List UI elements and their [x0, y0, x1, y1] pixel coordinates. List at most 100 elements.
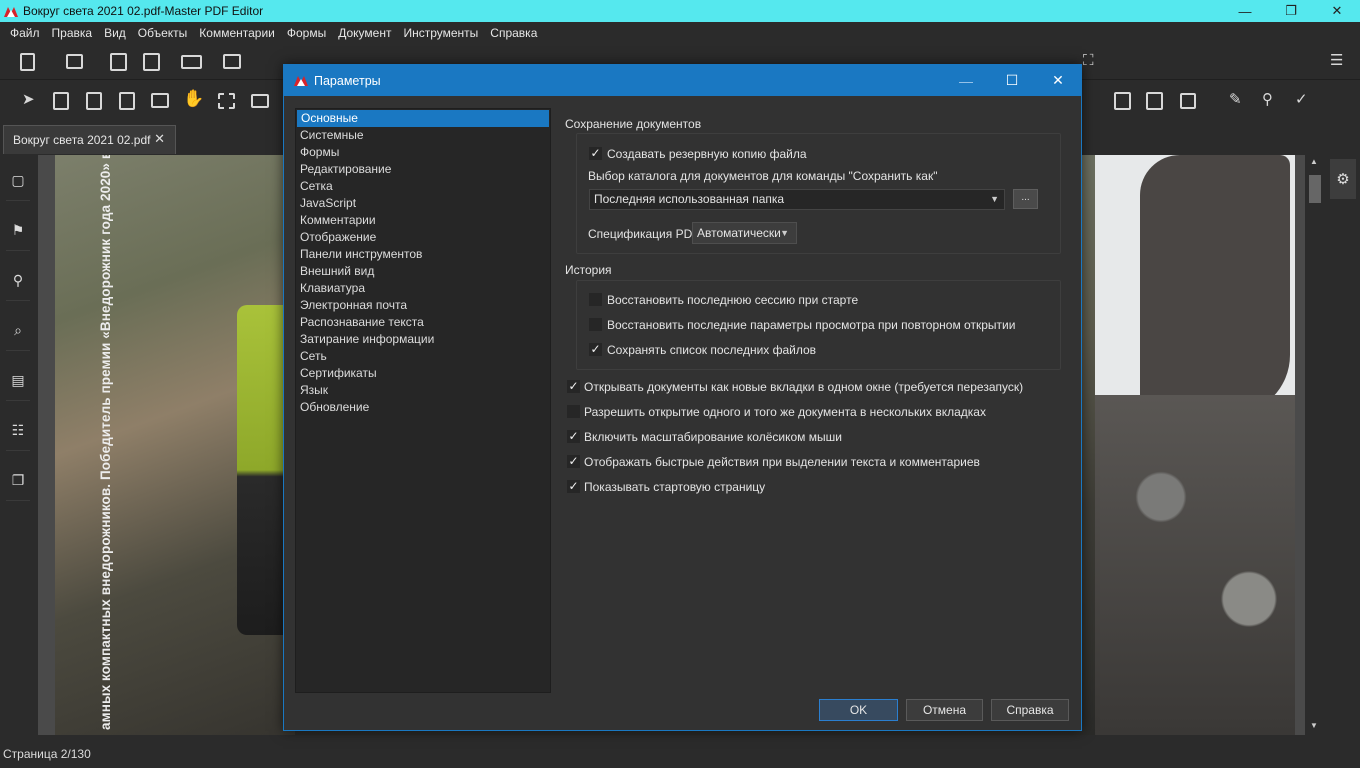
wheel-zoom-label: Включить масштабирование колёсиком мыши	[584, 430, 842, 444]
pdfspec-select[interactable]: Автоматически ▼	[692, 222, 797, 244]
right-side-panel: ⚙	[1326, 155, 1360, 735]
restore-view-checkbox[interactable]	[589, 318, 602, 331]
text-tool-icon[interactable]	[53, 92, 69, 110]
allow-duplicate-tabs-checkbox[interactable]	[567, 405, 580, 418]
stamp-icon[interactable]	[1146, 92, 1163, 110]
chevron-down-icon: ▼	[990, 194, 999, 204]
edit-text-icon[interactable]	[86, 92, 102, 110]
comments-panel-icon[interactable]: ☷	[6, 411, 30, 451]
properties-sliders-icon[interactable]: ⚙	[1330, 159, 1356, 199]
category-item-redaction[interactable]: Затирание информации	[296, 331, 550, 348]
menu-objects[interactable]: Объекты	[132, 26, 194, 40]
close-tab-icon[interactable]: ✕	[154, 131, 165, 147]
dialog-close-button[interactable]: ✕	[1035, 65, 1081, 96]
save-icon[interactable]	[110, 53, 127, 71]
browse-button[interactable]: ...	[1013, 189, 1038, 209]
category-item-display[interactable]: Отображение	[296, 229, 550, 246]
open-folder-icon[interactable]	[66, 54, 83, 69]
status-bar: Страница 2/130	[0, 740, 1360, 768]
menu-icon[interactable]: ☰	[1330, 52, 1343, 70]
dialog-minimize-button[interactable]: —	[943, 65, 989, 96]
checkmark-icon[interactable]: ✓	[1295, 91, 1308, 109]
scroll-down-icon[interactable]: ▼	[1310, 721, 1318, 730]
menu-comments[interactable]: Комментарии	[193, 26, 281, 40]
vertical-scrollbar[interactable]: ▲ ▼	[1307, 155, 1323, 735]
crop-icon[interactable]: ⛶	[1083, 52, 1094, 70]
menu-edit[interactable]: Правка	[46, 26, 99, 40]
dialog-maximize-button[interactable]: ☐	[989, 65, 1035, 96]
minimize-button[interactable]: —	[1222, 0, 1268, 22]
copies-icon[interactable]: ❐	[6, 461, 30, 501]
start-page-checkbox[interactable]: ✓	[567, 480, 580, 493]
zoom-icon[interactable]: ⚲	[1262, 91, 1273, 109]
category-item-email[interactable]: Электронная почта	[296, 297, 550, 314]
category-item-forms[interactable]: Формы	[296, 144, 550, 161]
menu-help[interactable]: Справка	[484, 26, 543, 40]
document-tab[interactable]: Вокруг света 2021 02.pdf ✕	[3, 125, 176, 154]
category-item-update[interactable]: Обновление	[296, 399, 550, 416]
highlighter-icon[interactable]: ✎	[1229, 91, 1242, 109]
print-icon[interactable]	[223, 54, 241, 69]
restore-button[interactable]: ❐	[1268, 0, 1314, 22]
help-button[interactable]: Справка	[991, 699, 1069, 721]
category-item-general[interactable]: Основные	[297, 110, 549, 127]
options-dialog: Параметры — ☐ ✕ Основные Системные Формы…	[283, 64, 1082, 731]
category-item-editing[interactable]: Редактирование	[296, 161, 550, 178]
allow-duplicate-tabs-label: Разрешить открытие одного и того же доку…	[584, 405, 986, 419]
category-item-keyboard[interactable]: Клавиатура	[296, 280, 550, 297]
ok-button[interactable]: OK	[819, 699, 898, 721]
snapshot-select-icon[interactable]	[218, 93, 235, 109]
category-item-comments[interactable]: Комментарии	[296, 212, 550, 229]
chevron-down-icon: ▼	[780, 228, 789, 238]
backup-checkbox[interactable]: ✓	[589, 147, 602, 160]
menu-file[interactable]: Файл	[4, 26, 46, 40]
category-item-network[interactable]: Сеть	[296, 348, 550, 365]
open-as-tabs-checkbox[interactable]: ✓	[567, 380, 580, 393]
forms-icon[interactable]	[151, 93, 169, 108]
text-box-icon[interactable]	[1114, 92, 1131, 110]
category-item-grid[interactable]: Сетка	[296, 178, 550, 195]
pages-panel-icon[interactable]: ▢	[6, 161, 30, 201]
scrollbar-thumb[interactable]	[1309, 175, 1321, 203]
new-document-icon[interactable]	[20, 53, 35, 71]
layers-icon[interactable]: ▤	[6, 361, 30, 401]
recent-files-checkbox[interactable]: ✓	[589, 343, 602, 356]
category-item-system[interactable]: Системные	[296, 127, 550, 144]
menu-forms[interactable]: Формы	[281, 26, 332, 40]
save-as-icon[interactable]	[143, 53, 160, 71]
menu-tools[interactable]: Инструменты	[397, 26, 484, 40]
scroll-up-icon[interactable]: ▲	[1310, 157, 1318, 166]
dialog-title: Параметры	[314, 73, 381, 88]
grid-icon[interactable]	[1180, 93, 1196, 109]
dialog-titlebar: Параметры — ☐ ✕	[284, 65, 1081, 96]
category-item-ocr[interactable]: Распознавание текста	[296, 314, 550, 331]
select-arrow-icon[interactable]: ➤	[22, 91, 35, 109]
bookmarks-icon[interactable]: ⚑	[6, 211, 30, 251]
wheel-zoom-checkbox[interactable]: ✓	[567, 430, 580, 443]
attachments-icon[interactable]: ⚲	[6, 261, 30, 301]
category-list: Основные Системные Формы Редактирование …	[295, 108, 551, 693]
photo-rock	[1140, 155, 1290, 415]
menu-bar: Файл Правка Вид Объекты Комментарии Форм…	[0, 22, 1360, 43]
category-item-appearance[interactable]: Внешний вид	[296, 263, 550, 280]
menu-view[interactable]: Вид	[98, 26, 132, 40]
backup-label: Создавать резервную копию файла	[607, 147, 807, 161]
category-item-language[interactable]: Язык	[296, 382, 550, 399]
edit-object-icon[interactable]	[119, 92, 135, 110]
restore-view-label: Восстановить последние параметры просмот…	[607, 318, 1016, 332]
cancel-button[interactable]: Отмена	[906, 699, 983, 721]
quick-actions-checkbox[interactable]: ✓	[567, 455, 580, 468]
camera-icon[interactable]	[251, 94, 269, 108]
category-item-toolbars[interactable]: Панели инструментов	[296, 246, 550, 263]
hand-tool-icon[interactable]: ✋	[183, 90, 204, 108]
search-panel-icon[interactable]: ⌕	[6, 311, 30, 351]
menu-document[interactable]: Документ	[332, 26, 397, 40]
category-item-certificates[interactable]: Сертификаты	[296, 365, 550, 382]
email-icon[interactable]	[181, 55, 202, 69]
quick-actions-label: Отображать быстрые действия при выделени…	[584, 455, 980, 469]
restore-session-checkbox[interactable]	[589, 293, 602, 306]
category-item-javascript[interactable]: JavaScript	[296, 195, 550, 212]
close-button[interactable]: ✕	[1314, 0, 1360, 22]
open-as-tabs-label: Открывать документы как новые вкладки в …	[584, 380, 1024, 394]
catalog-select[interactable]: Последняя использованная папка ▼	[589, 189, 1005, 210]
